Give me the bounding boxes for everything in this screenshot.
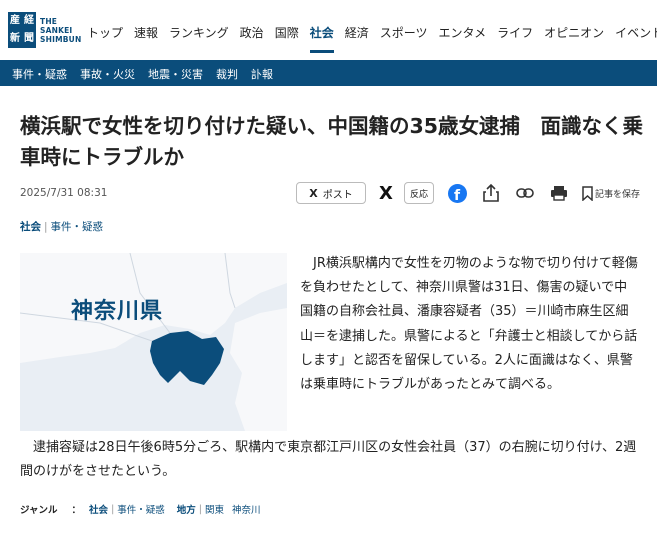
logo-text: THE SANKEI SHIMBUN (40, 16, 82, 44)
region-label: 地方 (176, 505, 196, 516)
sankei-logo[interactable]: 産 経 新 聞 THE SANKEI SHIMBUN (8, 12, 81, 48)
region-kanto-link[interactable]: 関東 (205, 502, 224, 516)
genre-label: ジャンル (20, 505, 58, 516)
article-date: 2025/7/31 08:31 (20, 187, 108, 199)
map-graphic (20, 253, 287, 431)
copy-link-button[interactable] (514, 182, 536, 204)
x-share-icon[interactable]: X (376, 183, 396, 204)
genre-society-link[interactable]: 社会 (89, 502, 108, 516)
post-on-x-button[interactable]: X ポスト (296, 182, 366, 204)
subnav-incidents[interactable]: 事件・疑惑 (12, 66, 67, 82)
genre-incidents-link[interactable]: 事件・疑惑 (117, 502, 165, 516)
x-icon: X (309, 186, 318, 200)
subnav-disasters[interactable]: 地震・災害 (148, 66, 203, 82)
subnav-trials[interactable]: 裁判 (216, 66, 238, 82)
nav-entertainment[interactable]: エンタメ (439, 24, 487, 41)
genre-footer: ジャンル ： 社会 | 事件・疑惑 地方 | 関東 神奈川 (20, 502, 261, 517)
subnav-accidents[interactable]: 事故・火災 (80, 66, 135, 82)
article-paragraph-1: JR横浜駅構内で女性を刃物のような物で切り付けて軽傷を負わせたとして、神奈川県警… (300, 256, 638, 393)
nav-international[interactable]: 国際 (275, 24, 299, 41)
category-society-link[interactable]: 社会 (20, 221, 41, 233)
facebook-icon: f (447, 183, 467, 203)
site-header: 産 経 新 聞 THE SANKEI SHIMBUN トップ 速報 ランキング … (0, 0, 657, 60)
bookmark-icon (582, 185, 593, 201)
subnav-obituaries[interactable]: 訃報 (251, 66, 273, 82)
logo-mark: 産 経 新 聞 (8, 12, 36, 48)
save-label: 記事を保存 (595, 189, 641, 200)
link-icon (516, 188, 534, 198)
nav-politics[interactable]: 政治 (240, 24, 264, 41)
nav-society[interactable]: 社会 (309, 24, 334, 53)
facebook-share-button[interactable]: f (446, 182, 468, 204)
share-actions: X ポスト X 反応 f 記事を保存 (296, 182, 640, 204)
sub-nav: 事件・疑惑 事故・火災 地震・災害 裁判 訃報 (12, 66, 286, 82)
article-paragraph-2: 逮捕容疑は28日午後6時5分ごろ、駅構内で東京都江戸川区の女性会社員（37）の右… (20, 440, 637, 480)
print-icon (551, 186, 567, 201)
main-nav: トップ 速報 ランキング 政治 国際 社会 経済 スポーツ エンタメ ライフ オ… (87, 24, 657, 53)
map-label: 神奈川県 (71, 299, 164, 324)
category-incidents-link[interactable]: 事件・疑惑 (51, 221, 104, 233)
print-button[interactable] (548, 182, 570, 204)
nav-event[interactable]: イベント (615, 24, 657, 41)
share-icon (483, 183, 499, 202)
article-categories: 社会 | 事件・疑惑 (20, 221, 104, 233)
nav-economy[interactable]: 経済 (345, 24, 369, 41)
post-label: ポスト (322, 189, 353, 201)
nav-sports[interactable]: スポーツ (380, 24, 428, 41)
save-article-button[interactable]: 記事を保存 (582, 182, 640, 204)
kanagawa-map-image: 神奈川県 (20, 253, 287, 431)
region-kanagawa-link[interactable]: 神奈川 (232, 502, 261, 516)
sub-nav-bar: 事件・疑惑 事故・火災 地震・災害 裁判 訃報 (0, 60, 657, 86)
share-button[interactable] (480, 182, 502, 204)
article-title: 横浜駅で女性を切り付けた疑い、中国籍の35歳女逮捕 面識なく乗車時にトラブルか (20, 114, 644, 169)
reaction-button[interactable]: 反応 (404, 182, 434, 204)
nav-life[interactable]: ライフ (497, 24, 533, 41)
nav-opinion[interactable]: オピニオン (544, 24, 604, 41)
nav-ranking[interactable]: ランキング (169, 24, 229, 41)
nav-breaking[interactable]: 速報 (134, 24, 158, 41)
nav-top[interactable]: トップ (87, 24, 123, 41)
